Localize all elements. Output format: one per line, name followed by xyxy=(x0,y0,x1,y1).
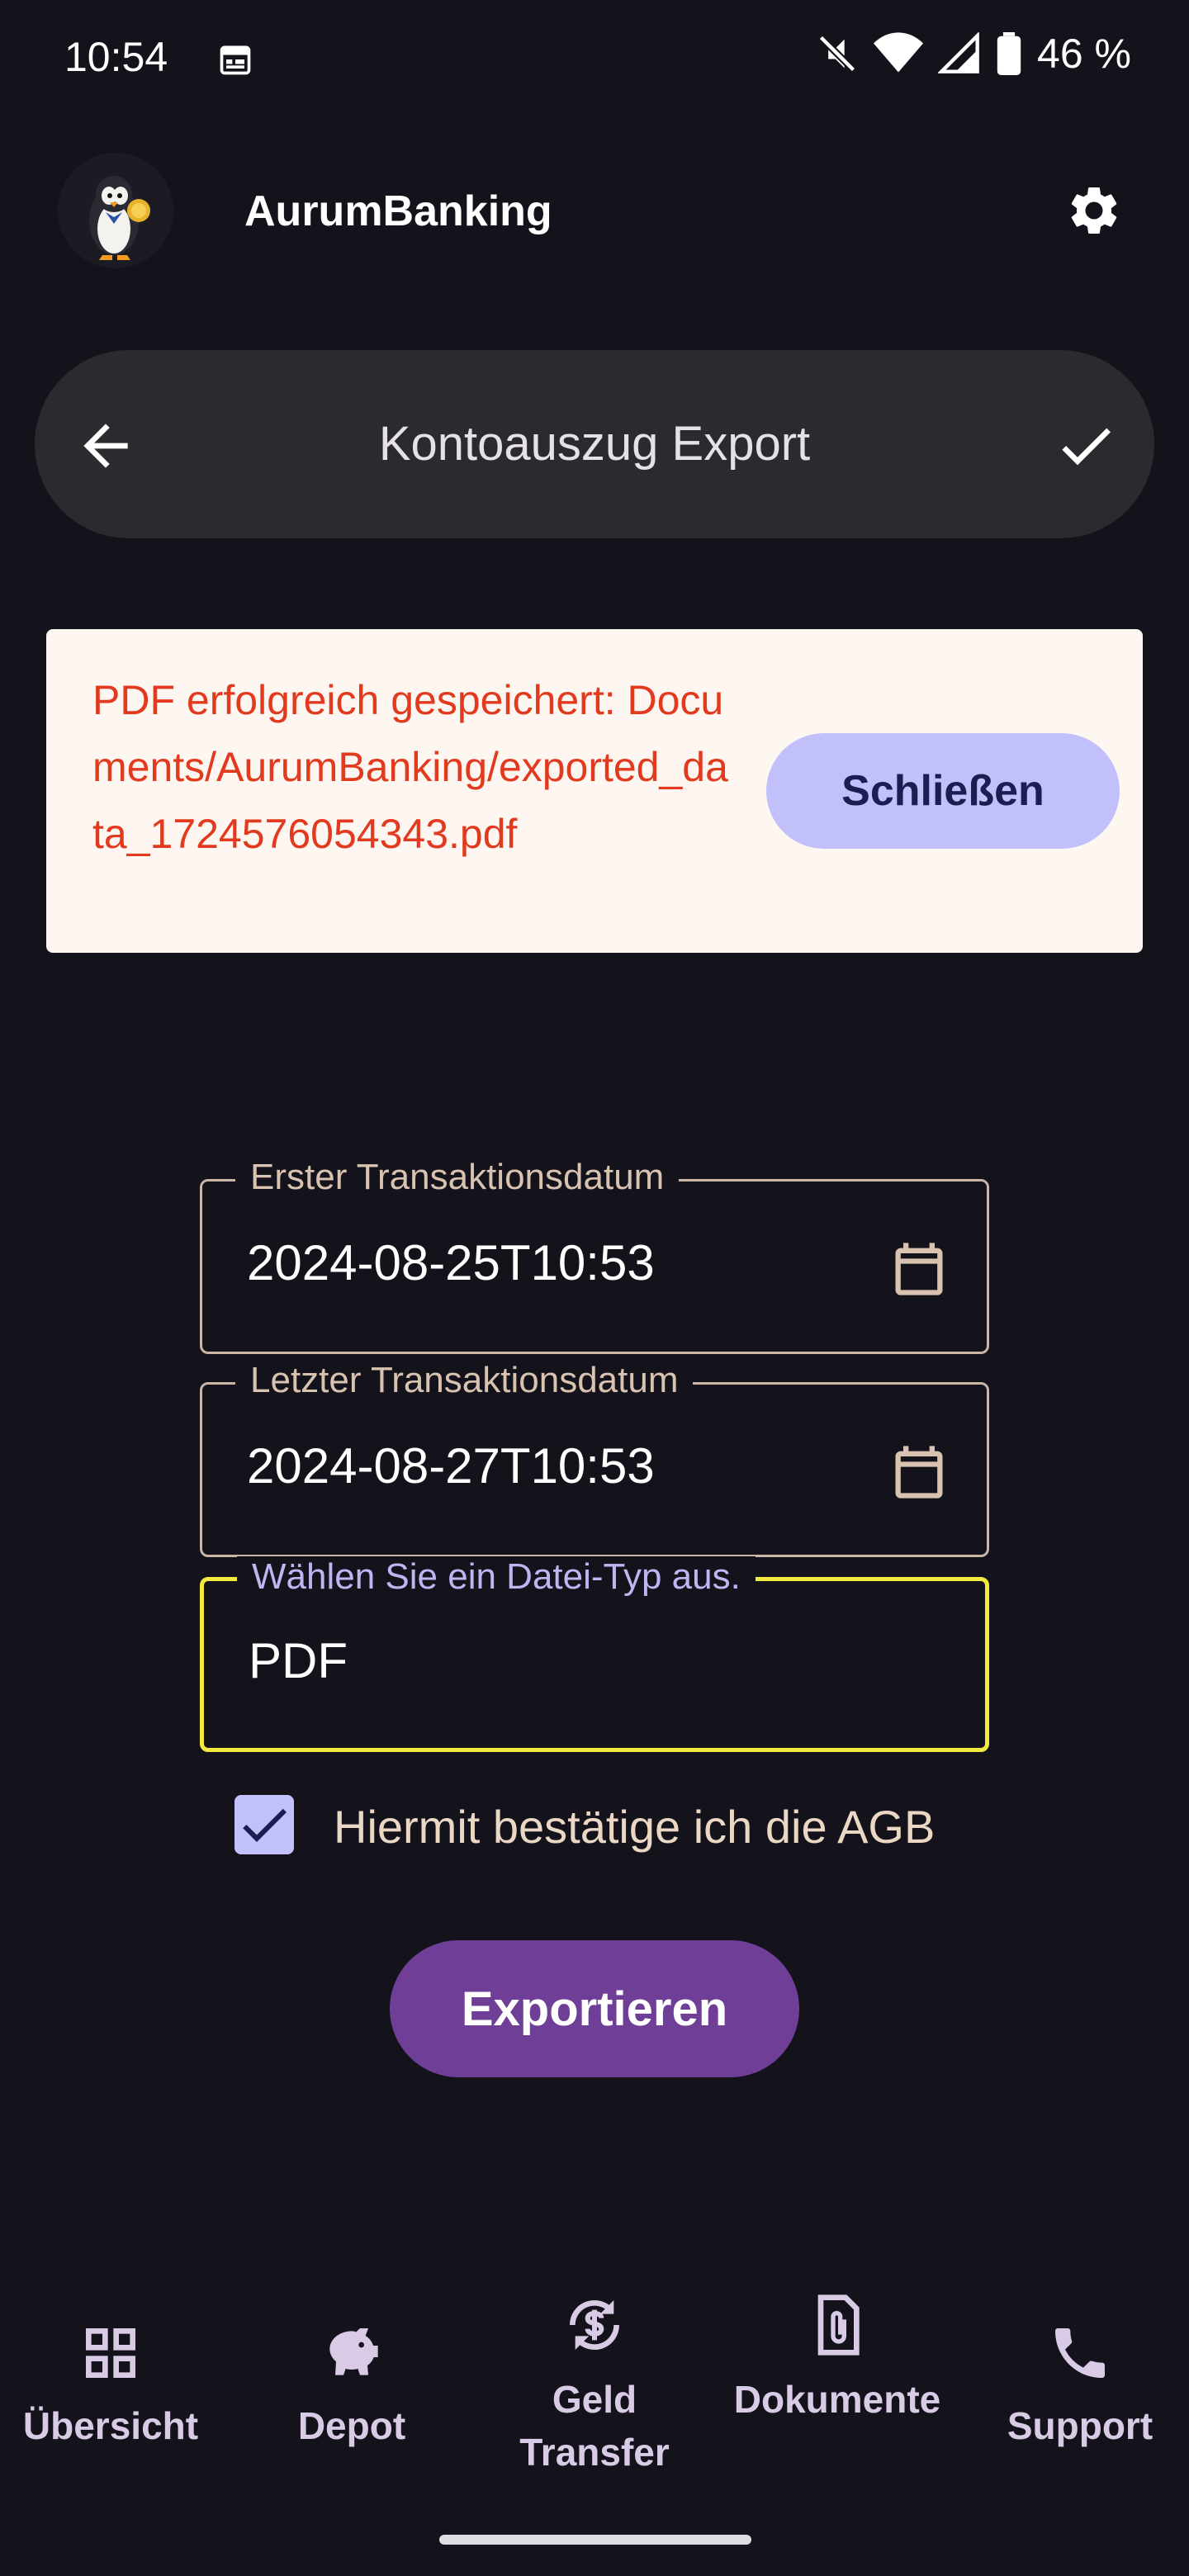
file-type-value[interactable]: PDF xyxy=(249,1632,348,1689)
export-button[interactable]: Exportieren xyxy=(390,1940,799,2077)
file-type-field[interactable]: Wählen Sie ein Datei-Typ aus. PDF xyxy=(200,1556,989,1752)
grid-icon xyxy=(86,2328,135,2378)
page-title: Kontoauszug Export xyxy=(378,417,811,471)
nav-label: Support xyxy=(1007,2404,1153,2447)
penguin-logo-icon xyxy=(89,176,150,260)
nav-label: Dokumente xyxy=(733,2378,941,2421)
snackbar-message: PDF erfolgreich gespeichert: Documents/A… xyxy=(92,677,728,857)
agb-checkbox[interactable] xyxy=(234,1795,294,1854)
check-icon[interactable] xyxy=(1049,413,1123,479)
nav-label: Übersicht xyxy=(22,2404,199,2447)
battery-icon xyxy=(997,32,1021,75)
nav-item-depot[interactable]: Depot xyxy=(233,2287,471,2502)
currency-exchange-icon xyxy=(570,2299,619,2351)
calendar-icon[interactable] xyxy=(888,1236,950,1302)
nav-label: Depot xyxy=(297,2404,406,2447)
nav-item-geld-transfer[interactable]: Geld Transfer xyxy=(476,2287,713,2502)
calendar-icon[interactable] xyxy=(888,1439,950,1505)
phone-icon xyxy=(1055,2328,1105,2378)
first-date-label: Erster Transaktionsdatum xyxy=(235,1157,680,1198)
checkmark-icon xyxy=(243,1808,287,1842)
wifi-icon xyxy=(874,32,924,73)
calendar-icon xyxy=(220,45,251,75)
nav-label: Geld Transfer xyxy=(519,2378,670,2474)
gear-icon[interactable] xyxy=(1065,182,1123,239)
last-date-value[interactable]: 2024-08-27T10:53 xyxy=(247,1437,655,1494)
nav-item-dokumente[interactable]: Dokumente xyxy=(718,2287,956,2502)
piggy-bank-icon xyxy=(329,2328,378,2375)
mute-icon xyxy=(818,35,856,73)
nav-item-uebersicht[interactable]: Übersicht xyxy=(0,2287,230,2502)
status-time: 10:54 xyxy=(64,34,168,80)
battery-percent: 46 % xyxy=(1037,31,1131,77)
document-icon xyxy=(817,2294,860,2356)
agb-label: Hiermit bestätige ich die AGB xyxy=(334,1801,936,1853)
home-indicator[interactable] xyxy=(439,2535,751,2545)
last-date-field[interactable]: Letzter Transaktionsdatum 2024-08-27T10:… xyxy=(200,1360,989,1557)
last-date-label: Letzter Transaktionsdatum xyxy=(235,1360,694,1401)
app-title: AurumBanking xyxy=(244,187,552,235)
signal-icon xyxy=(938,32,979,73)
nav-item-support[interactable]: Support xyxy=(961,2287,1189,2502)
app-logo xyxy=(58,153,173,268)
close-button[interactable]: Schließen xyxy=(766,733,1120,849)
file-type-label: Wählen Sie ein Datei-Typ aus. xyxy=(237,1556,756,1598)
first-date-value[interactable]: 2024-08-25T10:53 xyxy=(247,1234,655,1291)
first-date-field[interactable]: Erster Transaktionsdatum 2024-08-25T10:5… xyxy=(200,1157,989,1354)
status-icons: 46 % xyxy=(816,30,1131,78)
